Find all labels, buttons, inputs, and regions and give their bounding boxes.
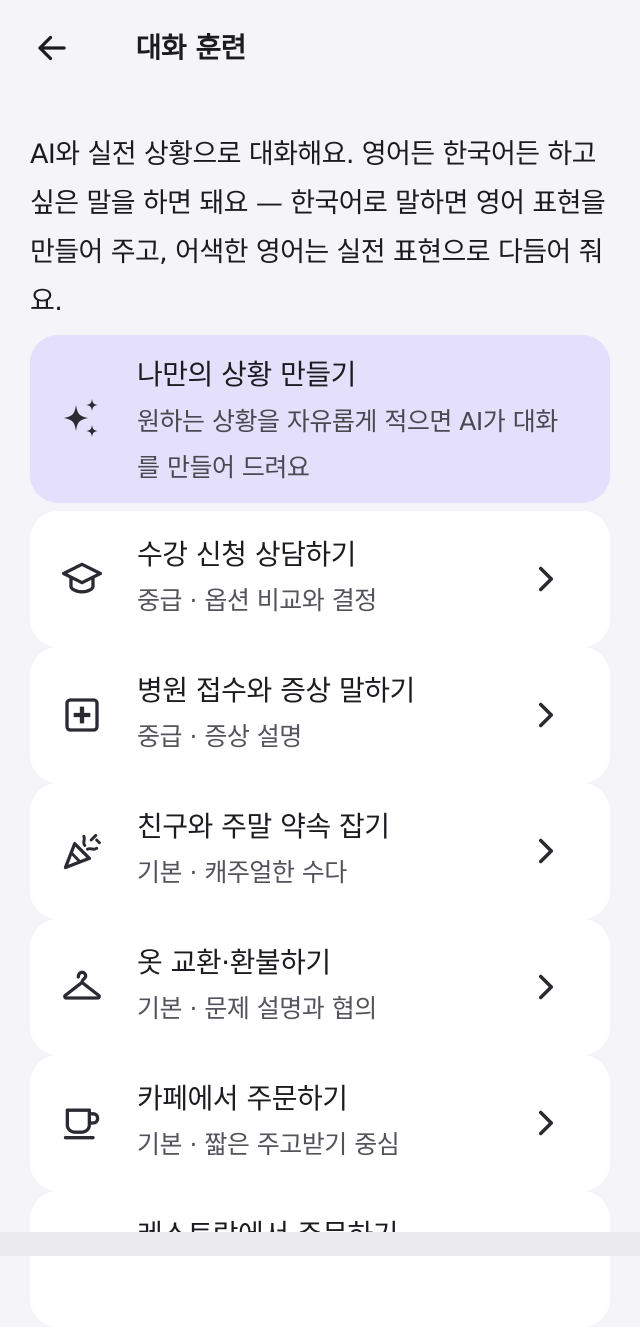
app-bar: 대화 훈련 [0, 0, 640, 96]
custom-card-title: 나만의 상황 만들기 [137, 358, 356, 391]
page-title: 대화 훈련 [136, 31, 247, 64]
coffee-cup-icon [60, 1101, 104, 1145]
scenario-title: 카페에서 주문하기 [137, 1082, 348, 1115]
scenario-card-restaurant-order[interactable]: 레스토랑에서 주문하기 [30, 1191, 610, 1327]
chevron-right-icon [534, 563, 558, 595]
scenario-title: 옷 교환·환불하기 [137, 946, 331, 979]
scenario-subtitle: 중급 · 옵션 비교와 결정 [137, 586, 377, 615]
scenario-subtitle: 기본 · 짧은 주고받기 중심 [137, 1130, 400, 1159]
intro-text: AI와 실전 상황으로 대화해요. 영어든 한국어든 하고 싶은 말을 하면 돼… [30, 139, 606, 317]
hanger-icon [60, 965, 104, 1009]
scenario-card-hospital[interactable]: 병원 접수와 증상 말하기 중급 · 증상 설명 [30, 647, 610, 783]
custom-scenario-card[interactable]: 나만의 상황 만들기 원하는 상황을 자유롭게 적으면 AI가 대화를 만들어 … [30, 335, 610, 503]
back-button[interactable] [28, 24, 76, 72]
scenario-title: 병원 접수와 증상 말하기 [137, 674, 415, 707]
scenario-subtitle: 기본 · 캐주얼한 수다 [137, 858, 347, 887]
scenario-title: 수강 신청 상담하기 [137, 538, 356, 571]
scenario-card-course-registration[interactable]: 수강 신청 상담하기 중급 · 옵션 비교와 결정 [30, 511, 610, 647]
scenario-title: 친구와 주말 약속 잡기 [137, 810, 390, 843]
custom-card-description: 원하는 상황을 자유롭게 적으면 AI가 대화를 만들어 드려요 [137, 407, 558, 482]
scenario-card-cafe-order[interactable]: 카페에서 주문하기 기본 · 짧은 주고받기 중심 [30, 1055, 610, 1191]
sparkle-icon [58, 395, 108, 445]
arrow-left-icon [38, 35, 66, 61]
chevron-right-icon [534, 699, 558, 731]
medical-plus-icon [60, 693, 104, 737]
bottom-edge [0, 1232, 640, 1256]
chevron-right-icon [534, 835, 558, 867]
graduation-cap-icon [60, 557, 104, 601]
party-popper-icon [60, 829, 104, 873]
chevron-right-icon [534, 1107, 558, 1139]
scenario-card-clothing-exchange[interactable]: 옷 교환·환불하기 기본 · 문제 설명과 협의 [30, 919, 610, 1055]
scenario-card-weekend-plans[interactable]: 친구와 주말 약속 잡기 기본 · 캐주얼한 수다 [30, 783, 610, 919]
chevron-right-icon [534, 971, 558, 1003]
scenario-subtitle: 중급 · 증상 설명 [137, 722, 302, 751]
scenario-subtitle: 기본 · 문제 설명과 협의 [137, 994, 377, 1023]
